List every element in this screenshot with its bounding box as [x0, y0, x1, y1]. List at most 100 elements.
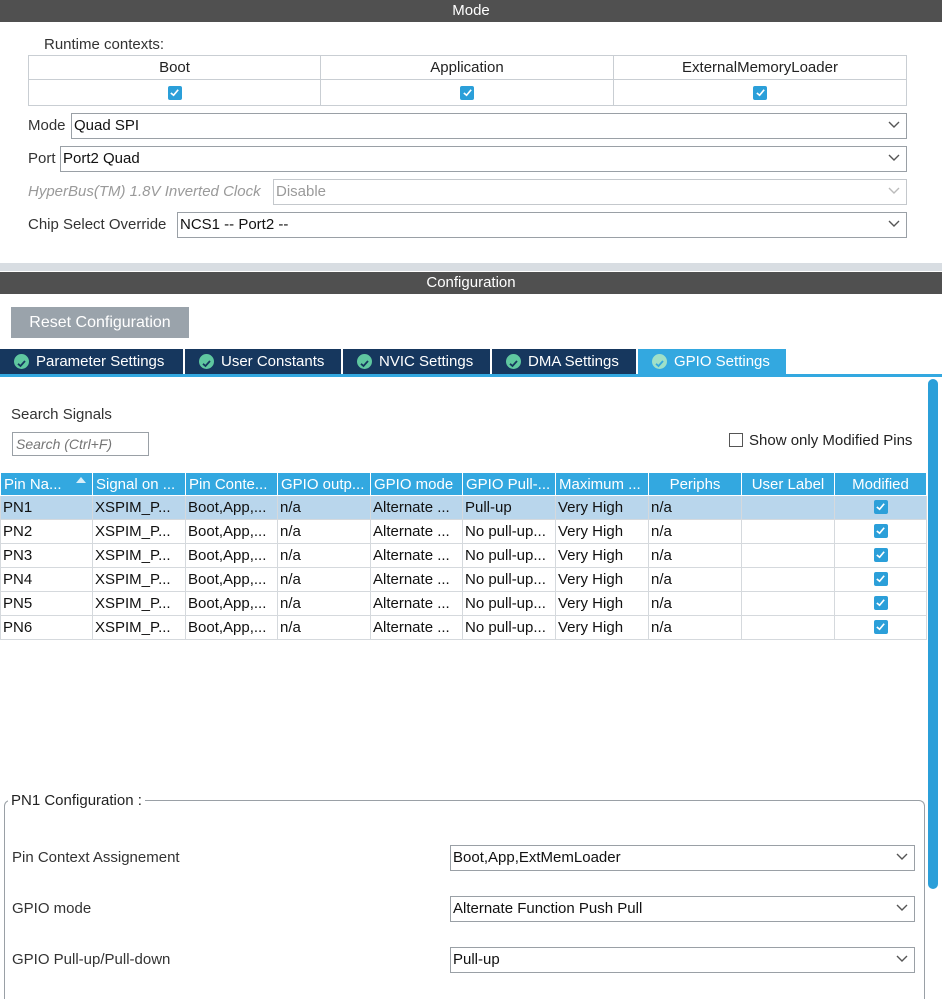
tab-label: GPIO Settings: [674, 353, 770, 370]
context-header: ExternalMemoryLoader: [614, 56, 906, 80]
checkmark-icon: [876, 527, 885, 535]
cell-pin-context: Boot,App,...: [185, 519, 278, 544]
cell-gpio-output: n/a: [277, 615, 371, 640]
section-separator: [0, 263, 942, 271]
cell-gpio-output: n/a: [277, 543, 371, 568]
sort-ascending-icon: [76, 477, 86, 483]
cell-gpio-pull: No pull-up...: [462, 543, 556, 568]
cell-signal: XSPIM_P...: [92, 567, 186, 592]
tab-dma-settings[interactable]: DMA Settings: [492, 349, 636, 374]
cell-gpio-pull: No pull-up...: [462, 591, 556, 616]
chip-select-override-value: NCS1 -- Port2 --: [180, 216, 289, 233]
checkmark-icon: [876, 599, 885, 607]
external-memory-loader-checkbox[interactable]: [753, 85, 767, 100]
show-modified-label: Show only Modified Pins: [749, 432, 913, 449]
tab-gpio-settings[interactable]: GPIO Settings: [638, 349, 786, 374]
show-modified-checkbox[interactable]: [729, 433, 743, 447]
settings-tabs: Parameter Settings User Constants NVIC S…: [0, 349, 942, 375]
mode-select[interactable]: Quad SPI: [71, 113, 907, 139]
cell-gpio-mode: Alternate ...: [370, 567, 463, 592]
cell-maximum-speed: Very High: [555, 591, 649, 616]
context-header: Application: [321, 56, 613, 80]
cell-gpio-mode: Alternate ...: [370, 519, 463, 544]
checkmark-icon: [876, 503, 885, 511]
cell-periphs: n/a: [648, 519, 742, 544]
tab-label: DMA Settings: [528, 353, 619, 370]
chevron-down-icon: [896, 853, 908, 860]
cell-signal: XSPIM_P...: [92, 519, 186, 544]
checkmark-icon: [755, 89, 765, 97]
cell-pin-context: Boot,App,...: [185, 567, 278, 592]
application-context-checkbox[interactable]: [460, 85, 474, 100]
pin-context-assignment-select[interactable]: Boot,App,ExtMemLoader: [450, 845, 915, 871]
context-column-boot: Boot: [29, 56, 321, 105]
column-header-pin-name[interactable]: Pin Na...: [0, 472, 93, 496]
table-row[interactable]: PN5 XSPIM_P... Boot,App,... n/a Alternate ..…: [0, 591, 927, 616]
cell-pin-name: PN1: [0, 495, 93, 520]
column-header-signal[interactable]: Signal on ...: [92, 472, 186, 496]
gpio-pull-select[interactable]: Pull-up: [450, 947, 915, 973]
column-header-maximum-speed[interactable]: Maximum ...: [555, 472, 649, 496]
mode-select-value: Quad SPI: [74, 117, 140, 134]
gpio-mode-select[interactable]: Alternate Function Push Pull: [450, 896, 915, 922]
cell-gpio-mode: Alternate ...: [370, 591, 463, 616]
chevron-down-icon: [896, 955, 908, 962]
hyperbus-select: Disable: [273, 179, 907, 205]
gpio-mode-value: Alternate Function Push Pull: [453, 900, 643, 917]
tab-nvic-settings[interactable]: NVIC Settings: [343, 349, 490, 374]
modified-checkbox[interactable]: [873, 571, 888, 586]
modified-checkbox[interactable]: [873, 547, 888, 562]
cell-pin-context: Boot,App,...: [185, 591, 278, 616]
table-row[interactable]: PN4 XSPIM_P... Boot,App,... n/a Alternate ..…: [0, 567, 927, 592]
vertical-scrollbar[interactable]: [928, 379, 938, 889]
column-header-gpio-output[interactable]: GPIO outp...: [277, 472, 371, 496]
hyperbus-select-value: Disable: [276, 183, 327, 200]
cell-periphs: n/a: [648, 615, 742, 640]
table-row[interactable]: PN3 XSPIM_P... Boot,App,... n/a Alternate ..…: [0, 543, 927, 568]
configuration-section-header: Configuration: [0, 272, 942, 294]
boot-context-checkbox[interactable]: [167, 85, 182, 100]
search-signals-input[interactable]: [12, 432, 149, 456]
cell-gpio-output: n/a: [277, 495, 371, 520]
column-header-modified[interactable]: Modified: [834, 472, 927, 496]
cell-gpio-pull: No pull-up...: [462, 519, 556, 544]
reset-configuration-button[interactable]: Reset Configuration: [11, 307, 189, 338]
table-row[interactable]: PN6 XSPIM_P... Boot,App,... n/a Alternate ..…: [0, 615, 927, 640]
column-header-user-label[interactable]: User Label: [741, 472, 835, 496]
modified-checkbox[interactable]: [873, 523, 888, 538]
context-header: Boot: [29, 56, 320, 80]
column-header-gpio-pull[interactable]: GPIO Pull-...: [462, 472, 556, 496]
cell-user-label: [741, 495, 835, 520]
check-circle-icon: [652, 354, 667, 369]
pin-configuration-title: PN1 Configuration :: [8, 792, 145, 809]
show-only-modified-pins[interactable]: Show only Modified Pins: [729, 432, 912, 449]
port-select[interactable]: Port2 Quad: [60, 146, 907, 172]
chip-select-override-select[interactable]: NCS1 -- Port2 --: [177, 212, 907, 238]
cell-pin-name: PN5: [0, 591, 93, 616]
gpio-mode-label: GPIO mode: [12, 900, 92, 917]
checkmark-icon: [876, 551, 885, 559]
table-row[interactable]: PN1 XSPIM_P... Boot,App,... n/a Alternate ..…: [0, 495, 927, 520]
tab-user-constants[interactable]: User Constants: [185, 349, 341, 374]
modified-checkbox[interactable]: [873, 499, 888, 514]
cell-modified: [834, 567, 927, 592]
cell-modified: [834, 615, 927, 640]
column-header-gpio-mode[interactable]: GPIO mode: [370, 472, 463, 496]
cell-periphs: n/a: [648, 543, 742, 568]
gpio-pull-label: GPIO Pull-up/Pull-down: [12, 951, 171, 968]
column-header-periphs[interactable]: Periphs: [648, 472, 742, 496]
cell-signal: XSPIM_P...: [92, 591, 186, 616]
table-row[interactable]: PN2 XSPIM_P... Boot,App,... n/a Alternate ..…: [0, 519, 927, 544]
column-header-pin-context[interactable]: Pin Conte...: [185, 472, 278, 496]
cell-maximum-speed: Very High: [555, 615, 649, 640]
tab-parameter-settings[interactable]: Parameter Settings: [0, 349, 183, 374]
cell-user-label: [741, 519, 835, 544]
chevron-down-icon: [888, 121, 900, 128]
chevron-down-icon: [896, 904, 908, 911]
cell-periphs: n/a: [648, 567, 742, 592]
modified-checkbox[interactable]: [873, 619, 888, 634]
cell-modified: [834, 543, 927, 568]
port-select-value: Port2 Quad: [63, 150, 140, 167]
cell-gpio-output: n/a: [277, 567, 371, 592]
modified-checkbox[interactable]: [873, 595, 888, 610]
